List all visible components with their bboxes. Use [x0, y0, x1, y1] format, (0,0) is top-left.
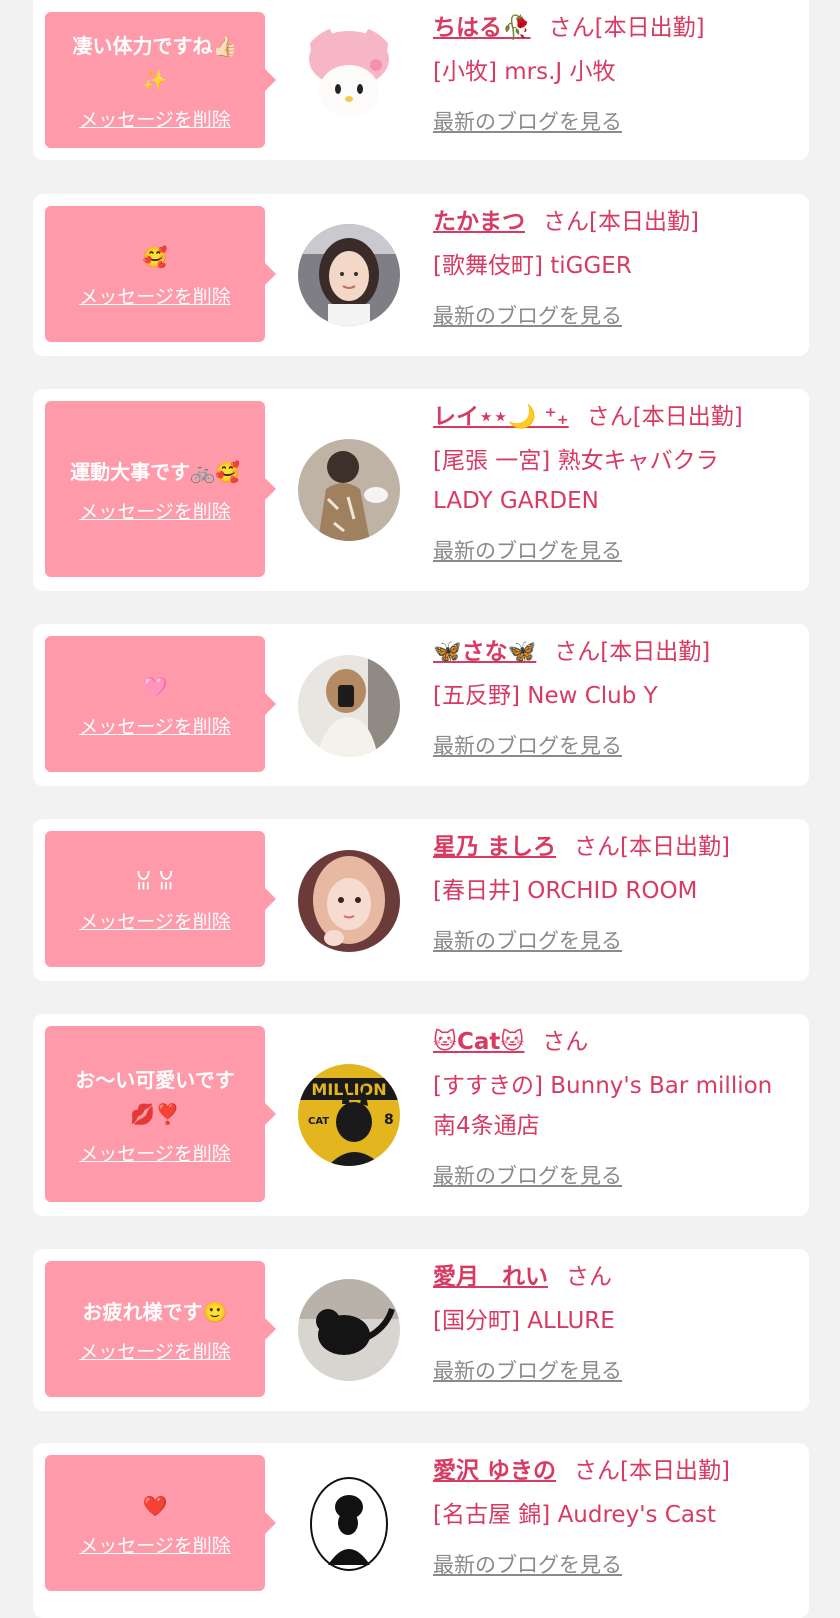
cast-name-link[interactable]: 🐱Cat🐱 — [433, 1029, 524, 1055]
shop-name: [名古屋 錦] Audrey's Cast — [433, 1502, 716, 1528]
delete-message-link[interactable]: メッセージを削除 — [79, 712, 231, 739]
delete-message-link[interactable]: メッセージを削除 — [79, 105, 231, 132]
cast-status: さん[本日出勤] — [574, 1458, 730, 1484]
cast-name-link[interactable]: レイ⋆⋆🌙 ⁺₊ — [433, 404, 569, 430]
shop-name: [五反野] New Club Y — [433, 683, 658, 709]
shop-name: [歌舞伎町] tiGGER — [433, 253, 632, 279]
svg-text:8: 8 — [384, 1112, 394, 1128]
message-list: 凄い体力ですね👍🏻 ✨ メッセージを削除 ちはる🥀 さん[本日出勤] [小牧] m… — [0, 0, 840, 1618]
blog-link[interactable]: 最新のブログを見る — [433, 106, 793, 136]
cast-status: さん — [566, 1264, 612, 1290]
shop-name: [尾張 一宮] 熟女キャバクラ LADY GARDEN — [433, 448, 719, 514]
cast-status: さん[本日出勤] — [543, 209, 699, 235]
cast-info: 🐱Cat🐱 さん [すすきの] Bunny's Bar million 南4条通店… — [433, 1026, 793, 1190]
avatar[interactable] — [298, 439, 400, 541]
avatar[interactable] — [298, 655, 400, 757]
cast-status: さん[本日出勤] — [554, 639, 711, 665]
blog-link[interactable]: 最新のブログを見る — [433, 730, 793, 760]
message-card: 🥰 メッセージを削除 たかまつ さん[本日出勤] [歌舞伎町] tiGGER 最新… — [33, 194, 809, 356]
shop-name: [すすきの] Bunny's Bar million 南4条通店 — [433, 1073, 773, 1139]
svg-text:MILLION: MILLION — [311, 1080, 386, 1099]
message-text: 凄い体力ですね👍🏻 ✨ — [72, 33, 238, 92]
delete-message-link[interactable]: メッセージを削除 — [79, 497, 231, 524]
cast-name-link[interactable]: 愛月 れい — [433, 1264, 548, 1290]
cast-name-link[interactable]: 星乃 ましろ — [433, 834, 556, 860]
message-bubble: 🥰 メッセージを削除 — [45, 206, 276, 342]
message-card: 凄い体力ですね👍🏻 ✨ メッセージを削除 ちはる🥀 さん[本日出勤] [小牧] m… — [33, 0, 809, 160]
avatar[interactable]: MILLION CAT 8 — [298, 1064, 400, 1166]
message-bubble: 🩷 メッセージを削除 — [45, 636, 276, 772]
shop-name: [春日井] ORCHID ROOM — [433, 878, 698, 904]
avatar[interactable] — [298, 224, 400, 326]
cast-info: 愛月 れい さん [国分町] ALLURE 最新のブログを見る — [433, 1261, 793, 1385]
cast-name-link[interactable]: たかまつ — [433, 209, 525, 235]
blog-link[interactable]: 最新のブログを見る — [433, 1549, 793, 1579]
message-text: ꈍ ꈍ — [135, 869, 175, 894]
message-bubble: ❤️ メッセージを削除 — [45, 1455, 276, 1591]
message-text: 🥰 — [142, 244, 168, 269]
avatar[interactable] — [298, 25, 400, 127]
avatar[interactable] — [298, 1473, 400, 1575]
delete-message-link[interactable]: メッセージを削除 — [79, 282, 231, 309]
cast-status: さん — [542, 1029, 589, 1055]
delete-message-link[interactable]: メッセージを削除 — [79, 1531, 231, 1558]
cast-info: たかまつ さん[本日出勤] [歌舞伎町] tiGGER 最新のブログを見る — [433, 206, 793, 330]
cast-status: さん[本日出勤] — [586, 404, 743, 430]
message-bubble: お疲れ様です🙂 メッセージを削除 — [45, 1261, 276, 1397]
blog-link[interactable]: 最新のブログを見る — [433, 925, 793, 955]
svg-text:CAT: CAT — [308, 1116, 329, 1127]
cast-name-link[interactable]: 愛沢 ゆきの — [433, 1458, 556, 1484]
delete-message-link[interactable]: メッセージを削除 — [79, 907, 231, 934]
cast-name-link[interactable]: ちはる🥀 — [433, 15, 531, 41]
cast-info: 🦋さな🦋 さん[本日出勤] [五反野] New Club Y 最新のブログを見る — [433, 636, 793, 760]
blog-link[interactable]: 最新のブログを見る — [433, 1355, 793, 1385]
blog-link[interactable]: 最新のブログを見る — [433, 300, 793, 330]
cast-status: さん[本日出勤] — [574, 834, 730, 860]
shop-name: [国分町] ALLURE — [433, 1308, 615, 1334]
message-text: お疲れ様です🙂 — [82, 1299, 228, 1324]
message-card: お疲れ様です🙂 メッセージを削除 愛月 れい さん [国分町] ALLURE 最新… — [33, 1249, 809, 1411]
cast-info: 愛沢 ゆきの さん[本日出勤] [名古屋 錦] Audrey's Cast 最新の… — [433, 1455, 793, 1579]
message-bubble: お〜い可愛いです 💋❣️ メッセージを削除 — [45, 1026, 276, 1202]
cast-status: さん[本日出勤] — [548, 15, 705, 41]
message-bubble: 凄い体力ですね👍🏻 ✨ メッセージを削除 — [45, 12, 276, 148]
cast-info: ちはる🥀 さん[本日出勤] [小牧] mrs.J 小牧 最新のブログを見る — [433, 12, 793, 136]
blog-link[interactable]: 最新のブログを見る — [433, 1160, 793, 1190]
blog-link[interactable]: 最新のブログを見る — [433, 535, 793, 565]
message-text: 🩷 — [142, 674, 168, 699]
cast-info: 星乃 ましろ さん[本日出勤] [春日井] ORCHID ROOM 最新のブログを… — [433, 831, 793, 955]
cast-name-link[interactable]: 🦋さな🦋 — [433, 639, 536, 665]
message-text: ❤️ — [142, 1493, 168, 1518]
message-card: 運動大事です🚲🥰 メッセージを削除 レイ⋆⋆🌙 ⁺₊ さん[本日出勤] [尾張 一… — [33, 389, 809, 591]
delete-message-link[interactable]: メッセージを削除 — [79, 1337, 231, 1364]
cast-info: レイ⋆⋆🌙 ⁺₊ さん[本日出勤] [尾張 一宮] 熟女キャバクラ LADY GA… — [433, 401, 793, 565]
message-card: ❤️ メッセージを削除 愛沢 ゆきの さん[本日出勤] [名古屋 錦] Audre… — [33, 1443, 809, 1618]
message-text: お〜い可愛いです 💋❣️ — [75, 1067, 235, 1126]
message-bubble: 運動大事です🚲🥰 メッセージを削除 — [45, 401, 276, 577]
avatar[interactable] — [298, 1279, 400, 1381]
message-bubble: ꈍ ꈍ メッセージを削除 — [45, 831, 276, 967]
shop-name: [小牧] mrs.J 小牧 — [433, 59, 616, 85]
message-card: 🩷 メッセージを削除 🦋さな🦋 さん[本日出勤] [五反野] New Club Y… — [33, 624, 809, 786]
message-card: ꈍ ꈍ メッセージを削除 星乃 ましろ さん[本日出勤] [春日井] ORCHID… — [33, 819, 809, 981]
avatar[interactable] — [298, 850, 400, 952]
delete-message-link[interactable]: メッセージを削除 — [79, 1139, 231, 1166]
message-text: 運動大事です🚲🥰 — [70, 459, 240, 484]
message-card: お〜い可愛いです 💋❣️ メッセージを削除 MILLION CAT 8 🐱Cat… — [33, 1014, 809, 1216]
